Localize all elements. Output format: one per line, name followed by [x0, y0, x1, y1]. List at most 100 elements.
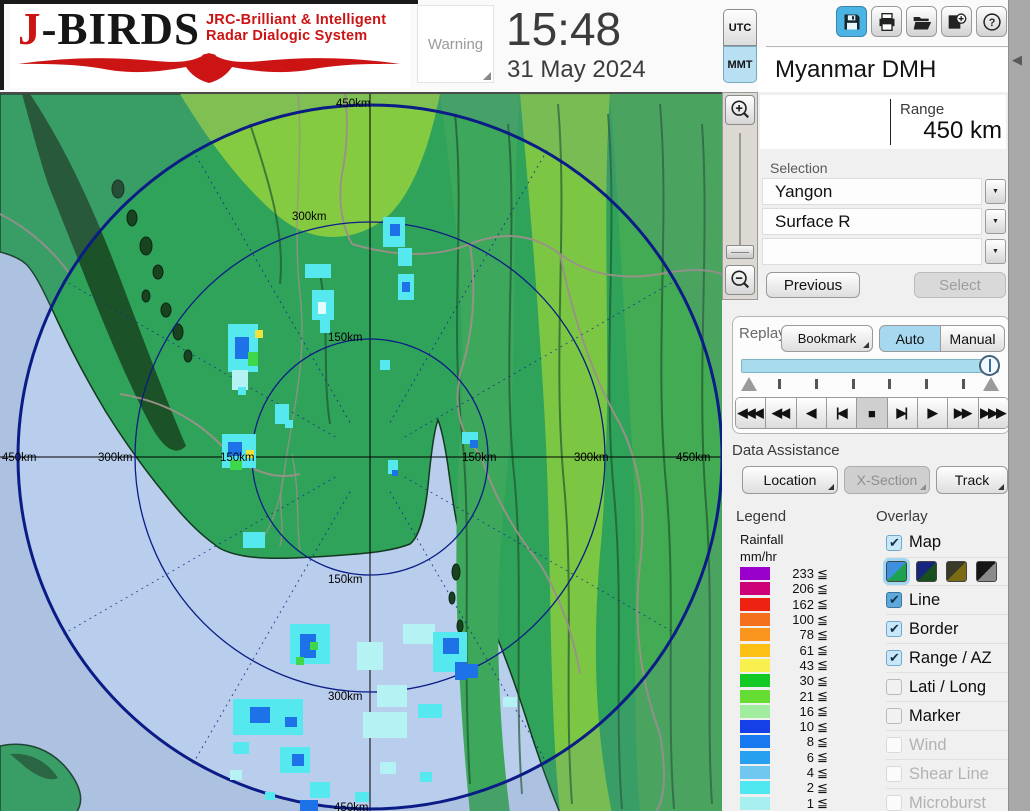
legend-value: 206 [792, 581, 814, 597]
legend-swatch [740, 658, 770, 672]
legend-value: 162 [792, 596, 814, 612]
map-style-3[interactable] [946, 561, 967, 582]
save-button[interactable] [836, 6, 867, 37]
overlay-checkbox[interactable] [886, 708, 902, 724]
logo-tagline-1: JRC-Brilliant & Intelligent [206, 12, 387, 28]
zoom-in-button[interactable] [725, 95, 755, 125]
legend-swatch [740, 567, 770, 581]
legend-scale: 233 ≦ 206 ≦ 162 ≦ 100 ≦ 78 ≦ 61 ≦ 43 ≦ 30 ≦ 21 ≦ 16 ≦ 10 ≦ 8 ≦ 6… [740, 566, 850, 811]
xsection-button: X-Section [844, 466, 930, 494]
legend-value: 1 [806, 795, 814, 811]
auto-button[interactable]: Auto [879, 325, 941, 352]
transport-button-9[interactable]: ▶▶▶ [978, 398, 1008, 428]
mmt-toggle-button[interactable]: MMT [723, 46, 757, 83]
svg-text:150km: 150km [328, 574, 363, 586]
svg-text:450km: 450km [676, 452, 711, 464]
map-zoom-strip [722, 92, 758, 300]
transport-button-2[interactable]: ◀◀ [766, 398, 797, 428]
open-folder-button[interactable] [906, 6, 937, 37]
warning-button[interactable]: Warning [417, 5, 494, 83]
replay-slider-ticks [741, 377, 999, 391]
map-style-4[interactable] [976, 561, 997, 582]
overlay-checkbox[interactable] [886, 534, 902, 551]
overlay-checkbox[interactable] [886, 621, 902, 637]
map-style-1[interactable] [886, 561, 907, 582]
transport-button-6[interactable]: ▶| [887, 398, 918, 428]
slider-tick [888, 379, 892, 389]
slider-end-marker[interactable] [983, 377, 999, 391]
overlay-checkbox[interactable] [886, 679, 902, 695]
slider-start-marker[interactable] [741, 377, 757, 391]
overlay-checkbox[interactable] [886, 650, 902, 666]
dropdown-arrow-icon[interactable]: ▼ [985, 239, 1006, 264]
print-button[interactable] [871, 6, 902, 37]
transport-button-8[interactable]: ▶▶ [948, 398, 979, 428]
legend-operator: ≦ [817, 733, 828, 749]
legend-operator: ≦ [817, 749, 828, 765]
overlay-item-label: Wind [909, 735, 947, 754]
dropdown-arrow-icon[interactable]: ▼ [985, 209, 1006, 234]
map-style-2[interactable] [916, 561, 937, 582]
legend-operator: ≦ [817, 580, 828, 596]
transport-button-3[interactable]: ◀ [796, 398, 827, 428]
replay-slider-track[interactable] [741, 359, 999, 373]
legend-value: 78 [799, 627, 814, 643]
xsection-label: X-Section [856, 472, 918, 488]
legend-operator: ≦ [817, 596, 828, 612]
dropdown-value-2[interactable]: Surface R [762, 208, 982, 235]
replay-slider-handle[interactable] [979, 355, 1000, 376]
open-folder-icon [913, 16, 931, 29]
legend-row: 100 ≦ [740, 612, 850, 627]
location-button[interactable]: Location [742, 466, 838, 494]
legend-swatch [740, 582, 770, 596]
overlay-item-line: Line [886, 585, 1008, 614]
legend-value: 100 [792, 612, 814, 628]
transport-button-4[interactable]: |◀ [826, 398, 858, 428]
legend-row: 10 ≦ [740, 719, 850, 734]
legend-operator: ≦ [817, 611, 828, 627]
legend-swatch [740, 704, 770, 718]
radar-map[interactable]: 450km 300km 150km 450km 300km 150km 150km 300km… [0, 92, 722, 811]
legend-swatch [740, 750, 770, 764]
legend-value: 6 [806, 749, 814, 765]
save-icon [844, 14, 859, 29]
track-button[interactable]: Track [936, 466, 1008, 494]
zoom-slider-track[interactable] [739, 133, 741, 251]
help-button[interactable]: ? [976, 6, 1007, 37]
overlay-label: Overlay [876, 508, 928, 525]
transport-button-5[interactable]: ■ [857, 398, 888, 428]
overlay-item-label: Lati / Long [909, 677, 987, 696]
previous-button[interactable]: Previous [766, 272, 860, 298]
overlay-item-label: Map [909, 533, 942, 551]
dropdown-value-3[interactable] [762, 238, 982, 265]
slider-tick [814, 379, 818, 389]
add-view-button[interactable] [941, 6, 972, 37]
legend-operator: ≦ [817, 795, 828, 811]
dropdown-arrow-icon[interactable]: ▼ [985, 179, 1006, 204]
panel-edge-bar[interactable] [1008, 0, 1030, 811]
overlay-checkbox[interactable] [886, 592, 902, 608]
control-panel: Range 450 km Selection Yangon ▼ Surface R ▼… [732, 92, 1010, 811]
manual-button[interactable]: Manual [941, 325, 1005, 352]
clock-date: 31 May 2024 [507, 56, 646, 83]
dropdown-value-1[interactable]: Yangon [762, 178, 982, 205]
overlay-item-lati-long: Lati / Long [886, 672, 1008, 701]
header-divider [766, 46, 1008, 47]
legend-swatch [740, 720, 770, 734]
panel-collapse-arrow-icon[interactable]: ◀ [1012, 52, 1022, 68]
svg-text:450km: 450km [334, 802, 369, 811]
zoom-out-icon [731, 270, 750, 289]
selection-dropdown-2: Surface R ▼ [762, 208, 1006, 235]
svg-text:300km: 300km [292, 211, 327, 223]
window-edge-left [0, 0, 4, 90]
zoom-slider-handle[interactable] [726, 245, 754, 259]
utc-toggle-button[interactable]: UTC [723, 9, 757, 46]
legend-swatch [740, 781, 770, 795]
transport-button-1[interactable]: ◀◀◀ [736, 398, 767, 428]
transport-button-7[interactable]: ▶ [917, 398, 949, 428]
zoom-out-button[interactable] [725, 265, 755, 295]
legend-row: 162 ≦ [740, 596, 850, 612]
legend-row: 78 ≦ [740, 627, 850, 642]
bookmark-button[interactable]: Bookmark [781, 325, 873, 352]
overlay-item-marker: Marker [886, 701, 1008, 730]
